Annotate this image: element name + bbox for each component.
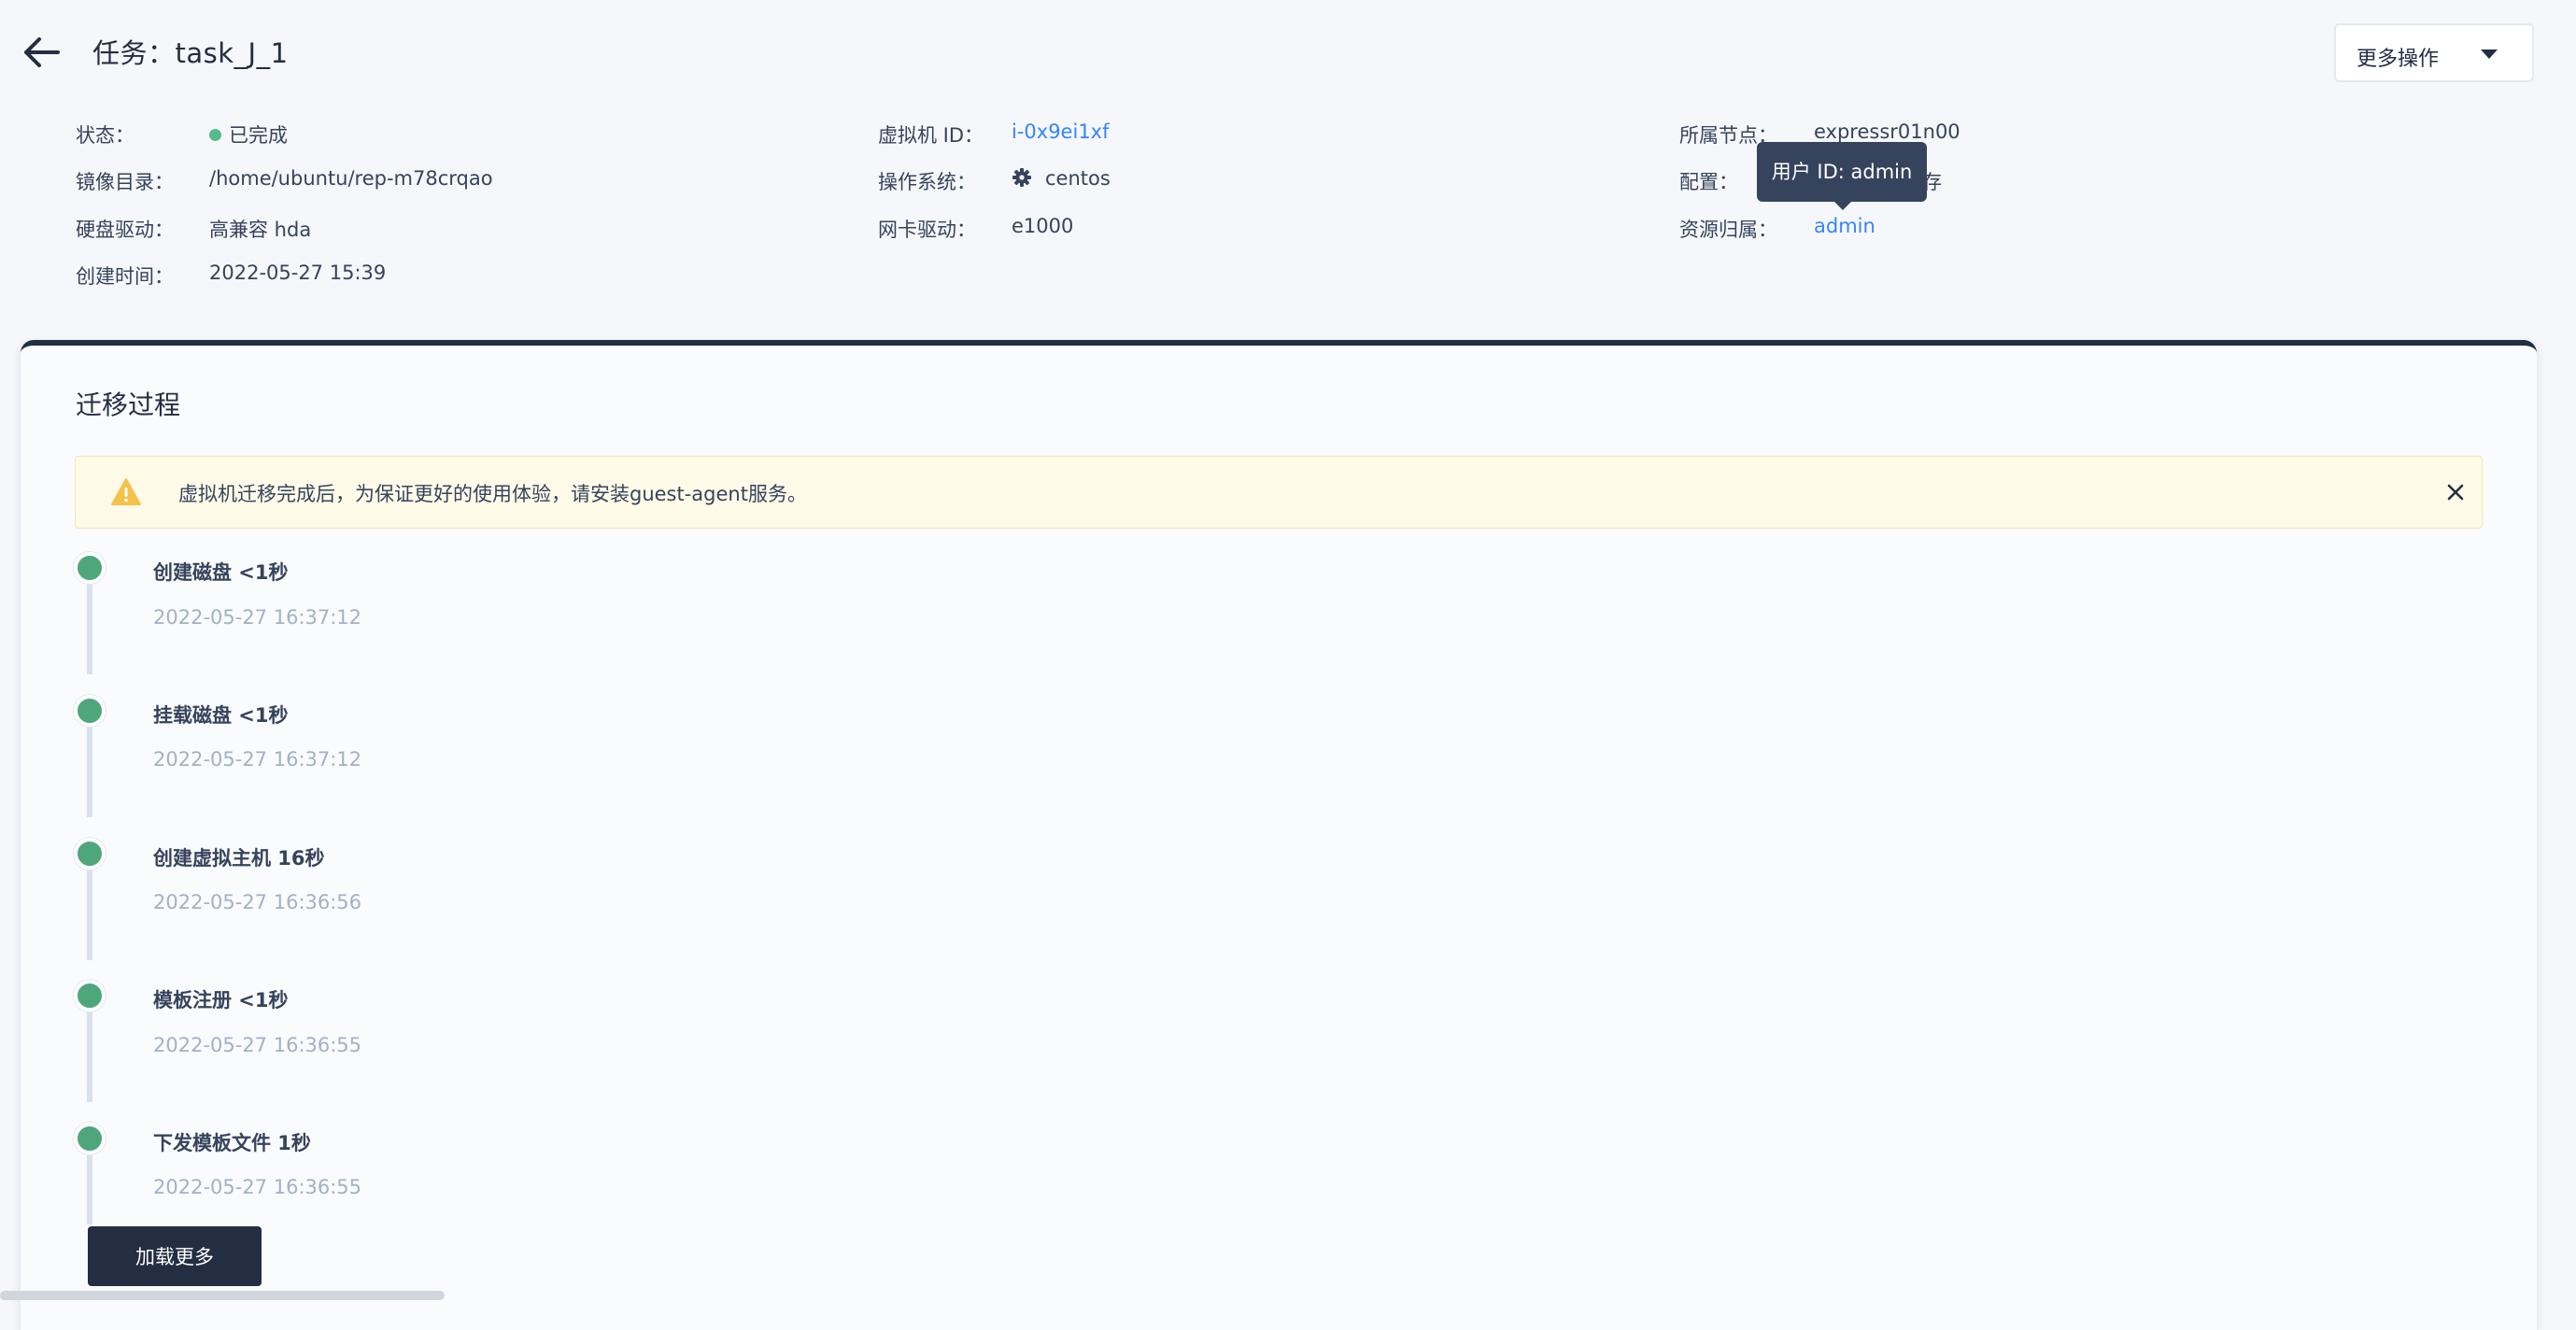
owner-label: 资源归属： [1679, 219, 1777, 241]
nic-label: 网卡驱动： [878, 219, 976, 241]
step-complete-dot [74, 695, 106, 727]
step-time: 2022-05-27 16:36:56 [153, 891, 362, 913]
migration-card: 迁移过程 虚拟机迁移完成后，为保证更好的使用体验，请安装guest-agent服… [21, 340, 2537, 1330]
status-label: 状态： [76, 124, 134, 147]
config-label: 配置： [1679, 171, 1738, 193]
alert-text: 虚拟机迁移完成后，为保证更好的使用体验，请安装guest-agent服务。 [178, 483, 807, 505]
migration-title: 迁移过程 [76, 389, 181, 420]
step-complete-dot [74, 552, 106, 584]
os-text: centos [1045, 167, 1111, 190]
step-complete-dot [74, 980, 106, 1012]
step-title: 创建虚拟主机 16秒 [153, 847, 325, 870]
image-dir-value: /home/ubuntu/rep-m78crqao [209, 167, 493, 190]
step-complete-dot [74, 838, 106, 870]
timeline-connector [87, 577, 92, 674]
more-actions-label: 更多操作 [2357, 48, 2440, 71]
nic-value: e1000 [1012, 215, 1074, 237]
disk-driver-label: 硬盘驱动： [76, 219, 174, 241]
step-time: 2022-05-27 16:36:55 [153, 1034, 362, 1056]
created-value: 2022-05-27 15:39 [209, 262, 387, 284]
timeline-connector [87, 1005, 92, 1102]
user-id-tooltip: 用户 ID: admin [1757, 142, 1927, 210]
node-value: expressr01n00 [1814, 120, 1960, 143]
created-label: 创建时间： [76, 265, 174, 288]
step-time: 2022-05-27 16:37:12 [153, 606, 362, 629]
status-text: 已完成 [229, 124, 288, 147]
guest-agent-alert: 虚拟机迁移完成后，为保证更好的使用体验，请安装guest-agent服务。 [75, 456, 2483, 529]
status-dot-icon [209, 129, 221, 141]
warning-icon [111, 478, 141, 505]
horizontal-scrollbar[interactable] [0, 1291, 445, 1300]
vm-id-label: 虚拟机 ID： [878, 124, 984, 147]
step-title: 下发模板文件 1秒 [153, 1132, 311, 1154]
page-header: 任务：task_J_1 更多操作 [0, 0, 2576, 103]
os-value: centos [1012, 167, 1111, 190]
back-arrow-icon[interactable] [22, 34, 64, 71]
timeline-connector [87, 720, 92, 817]
timeline-connector [87, 863, 92, 960]
vm-id-link[interactable]: i-0x9ei1xf [1012, 120, 1110, 143]
step-time: 2022-05-27 16:37:12 [153, 748, 362, 771]
image-dir-label: 镜像目录： [76, 171, 174, 193]
step-title: 模板注册 <1秒 [153, 989, 289, 1012]
caret-down-icon [2481, 50, 2498, 59]
disk-driver-value: 高兼容 hda [209, 219, 312, 241]
os-label: 操作系统： [878, 171, 976, 193]
status-value: 已完成 [209, 120, 288, 149]
step-title: 创建磁盘 <1秒 [153, 561, 289, 584]
page-title: 任务：task_J_1 [92, 37, 289, 69]
close-icon[interactable] [2444, 481, 2467, 503]
timeline-connector [87, 1148, 92, 1224]
owner-link[interactable]: admin [1814, 215, 1875, 237]
tooltip-text: 用户 ID: admin [1771, 161, 1913, 183]
step-title: 挂载磁盘 <1秒 [153, 704, 289, 727]
tooltip-arrow [1834, 202, 1851, 210]
step-complete-dot [74, 1123, 106, 1154]
load-more-button[interactable]: 加载更多 [88, 1226, 262, 1286]
gear-icon [1012, 168, 1031, 187]
more-actions-dropdown[interactable]: 更多操作 [2334, 23, 2534, 82]
step-time: 2022-05-27 16:36:55 [153, 1176, 362, 1198]
